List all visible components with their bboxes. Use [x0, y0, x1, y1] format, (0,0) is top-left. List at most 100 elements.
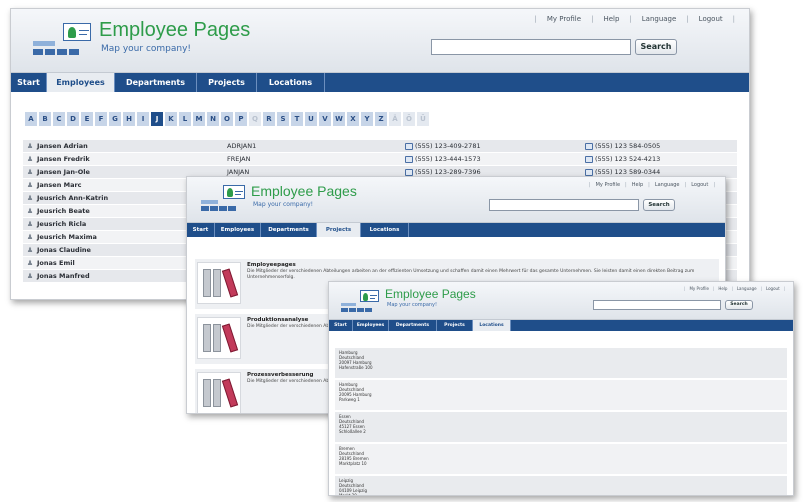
letter-filter-t[interactable]: T	[291, 112, 303, 126]
tab-employees[interactable]: Employees	[353, 320, 389, 331]
letter-filter-o[interactable]: O	[221, 112, 233, 126]
main-nav: Start Employees Departments Projects Loc…	[11, 73, 749, 92]
my-profile-link[interactable]: My Profile	[547, 15, 581, 23]
tab-start[interactable]: Start	[187, 223, 215, 237]
search-button[interactable]: Search	[725, 300, 753, 310]
tab-departments[interactable]: Departments	[389, 320, 437, 331]
letter-filter-ü[interactable]: Ü	[417, 112, 429, 126]
letter-filter-m[interactable]: M	[193, 112, 205, 126]
employee-name[interactable]: Jansen Jan-Ole	[37, 168, 227, 176]
location-item[interactable]: Hamburg Deutschland 20095 Hamburg Parkweg 1	[335, 380, 787, 410]
letter-filter-f[interactable]: F	[95, 112, 107, 126]
binders-image	[197, 372, 241, 413]
project-title[interactable]: Employeepages	[247, 262, 296, 268]
person-icon: ♟	[26, 233, 34, 241]
letter-filter-z[interactable]: Z	[375, 112, 387, 126]
top-links: | My Profile | Help | Language | Logout …	[534, 15, 735, 23]
search-input[interactable]	[431, 39, 631, 55]
letter-filter-w[interactable]: W	[333, 112, 345, 126]
letter-filter-b[interactable]: B	[39, 112, 51, 126]
location-line: Schloßallee 2	[339, 429, 366, 434]
logo: Employee Pages Map your company!	[33, 19, 250, 59]
letter-filter-g[interactable]: G	[109, 112, 121, 126]
letter-filter-x[interactable]: X	[347, 112, 359, 126]
employee-name[interactable]: Jansen Adrian	[37, 142, 227, 150]
location-list: Hamburg Deutschland 20097 Hamburg Hafenstra…	[335, 348, 787, 495]
letter-filter-y[interactable]: Y	[361, 112, 373, 126]
app-subtitle: Map your company!	[387, 302, 438, 308]
employee-id: FREJAN	[227, 155, 251, 163]
project-title[interactable]: Produktionsanalyse	[247, 317, 308, 323]
tab-projects[interactable]: Projects	[437, 320, 473, 331]
letter-filter-ä[interactable]: Ä	[389, 112, 401, 126]
help-link[interactable]: Help	[718, 286, 727, 291]
letter-filter-r[interactable]: R	[263, 112, 275, 126]
header: Employee Pages Map your company! | My Pr…	[11, 9, 749, 73]
location-item[interactable]: Hamburg Deutschland 20097 Hamburg Hafenstra…	[335, 348, 787, 378]
search-button[interactable]: Search	[635, 39, 677, 55]
help-link[interactable]: Help	[603, 15, 619, 23]
employee-name[interactable]: Jansen Fredrik	[37, 155, 227, 163]
letter-filter-ö[interactable]: Ö	[403, 112, 415, 126]
phone-icon	[405, 155, 413, 163]
app-subtitle: Map your company!	[101, 44, 192, 54]
app-subtitle: Map your company!	[253, 201, 314, 208]
search-button[interactable]: Search	[643, 199, 675, 211]
fax-icon	[585, 155, 593, 163]
language-link[interactable]: Language	[737, 286, 757, 291]
logout-link[interactable]: Logout	[691, 182, 708, 188]
letter-filter-l[interactable]: L	[179, 112, 191, 126]
person-icon: ♟	[26, 142, 34, 150]
letter-filter-v[interactable]: V	[319, 112, 331, 126]
letter-filter-e[interactable]: E	[81, 112, 93, 126]
tab-start[interactable]: Start	[329, 320, 353, 331]
app-title: Employee Pages	[385, 287, 476, 301]
letter-filter-c[interactable]: C	[53, 112, 65, 126]
logout-link[interactable]: Logout	[699, 15, 723, 23]
tab-projects[interactable]: Projects	[197, 73, 257, 92]
logout-link[interactable]: Logout	[766, 286, 780, 291]
person-icon: ♟	[26, 272, 34, 280]
tab-start[interactable]: Start	[11, 73, 47, 92]
search-input[interactable]	[489, 199, 639, 211]
tab-projects[interactable]: Projects	[317, 223, 361, 237]
search-input[interactable]	[593, 300, 721, 310]
tab-locations[interactable]: Locations	[361, 223, 409, 237]
table-row[interactable]: ♟ Jansen Fredrik FREJAN (555) 123-444-1573 (…	[23, 153, 737, 166]
letter-filter-h[interactable]: H	[123, 112, 135, 126]
language-link[interactable]: Language	[655, 182, 680, 188]
table-row[interactable]: ♟ Jansen Adrian ADRJAN1 (555) 123-409-2781 (…	[23, 140, 737, 153]
location-item[interactable]: Bremen Deutschland 28195 Bremen Marktplatz …	[335, 444, 787, 474]
language-link[interactable]: Language	[642, 15, 677, 23]
my-profile-link[interactable]: My Profile	[596, 182, 620, 188]
tab-employees[interactable]: Employees	[47, 73, 115, 92]
project-title[interactable]: Prozessverbesserung	[247, 372, 313, 378]
letter-filter-d[interactable]: D	[67, 112, 79, 126]
tab-locations[interactable]: Locations	[257, 73, 325, 92]
letter-filter-u[interactable]: U	[305, 112, 317, 126]
header: Employee Pages Map your company! | My Pr…	[187, 177, 725, 223]
letter-filter-s[interactable]: S	[277, 112, 289, 126]
help-link[interactable]: Help	[632, 182, 643, 188]
tab-departments[interactable]: Departments	[115, 73, 197, 92]
employee-id: JANJAN	[227, 168, 250, 176]
employee-fax: (555) 123 589-0344	[595, 168, 661, 176]
letter-filter-a[interactable]: A	[25, 112, 37, 126]
letter-filter-q[interactable]: Q	[249, 112, 261, 126]
letter-filter-p[interactable]: P	[235, 112, 247, 126]
logo: Employee Pages Map your company!	[341, 287, 476, 316]
tab-departments[interactable]: Departments	[261, 223, 317, 237]
location-item[interactable]: Leipzig Deutschland 04109 Leipzig Markt 20	[335, 476, 787, 495]
letter-filter-k[interactable]: K	[165, 112, 177, 126]
person-icon: ♟	[26, 220, 34, 228]
letter-filter-n[interactable]: N	[207, 112, 219, 126]
letter-filter-i[interactable]: I	[137, 112, 149, 126]
person-icon: ♟	[26, 181, 34, 189]
tab-employees[interactable]: Employees	[215, 223, 261, 237]
person-icon: ♟	[26, 207, 34, 215]
letter-filter-j[interactable]: J	[151, 112, 163, 126]
person-icon: ♟	[26, 168, 34, 176]
my-profile-link[interactable]: My Profile	[689, 286, 709, 291]
location-item[interactable]: Essen Deutschland 45127 Essen Schloßallee 2	[335, 412, 787, 442]
tab-locations[interactable]: Locations	[473, 320, 511, 331]
